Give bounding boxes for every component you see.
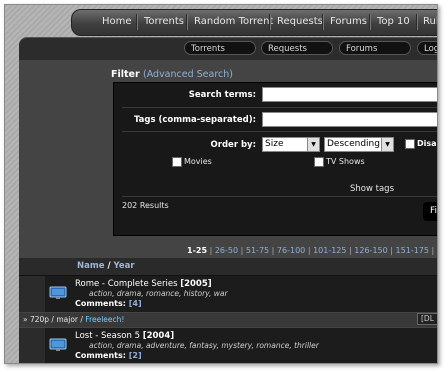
download-button[interactable]: [DL bbox=[417, 313, 437, 325]
table-row: Rome - Complete Series [2005] action, dr… bbox=[19, 276, 437, 313]
disable-label: Disable bbox=[417, 139, 437, 148]
order-field-value: Size bbox=[265, 139, 284, 149]
order-by-label: Order by: bbox=[210, 140, 256, 150]
filter-divider bbox=[122, 196, 437, 198]
torrent-title-link[interactable]: Lost - Season 5 [2004] bbox=[75, 331, 174, 341]
main-nav: Home Torrents Random Torrent Requests Fo… bbox=[71, 9, 437, 36]
search-terms-row: Search terms: bbox=[122, 83, 437, 107]
search-terms-label: Search terms: bbox=[188, 90, 256, 100]
nav-divider bbox=[322, 14, 323, 30]
nav-requests[interactable]: Requests bbox=[277, 16, 323, 27]
column-header-name-year[interactable]: Name / Year bbox=[77, 261, 135, 271]
nav-home[interactable]: Home bbox=[102, 16, 132, 27]
disable-checkbox[interactable] bbox=[405, 139, 415, 149]
subnav-forums[interactable]: Forums bbox=[339, 41, 411, 55]
torrent-table-header: Name / Year bbox=[19, 258, 437, 276]
nav-top10[interactable]: Top 10 bbox=[377, 16, 410, 27]
order-direction-value: Descending bbox=[327, 139, 380, 149]
nav-torrents[interactable]: Torrents bbox=[144, 16, 184, 27]
results-count: 202 Results bbox=[122, 201, 169, 210]
page-link[interactable]: 26-50 bbox=[215, 246, 238, 255]
movies-label: Movies bbox=[184, 157, 212, 166]
comments-info: Comments: [4] bbox=[75, 299, 142, 308]
page-current: 1-25 bbox=[187, 246, 208, 255]
table-row: Lost - Season 5 [2004] action, drama, ad… bbox=[19, 328, 437, 363]
order-field-select[interactable]: Size ▼ bbox=[262, 137, 320, 152]
nav-divider bbox=[136, 14, 137, 30]
tv-shows-label: TV Shows bbox=[326, 157, 365, 166]
filter-panel: Search terms: Tags (comma-separated): Or… bbox=[113, 82, 437, 236]
order-direction-select[interactable]: Descending ▼ bbox=[324, 137, 394, 152]
torrent-edition-row: » 720p / major / Freeleech! [DL bbox=[19, 313, 437, 327]
search-terms-input[interactable] bbox=[262, 87, 437, 102]
torrent-title-link[interactable]: Rome - Complete Series [2005] bbox=[75, 279, 212, 289]
comments-info: Comments: [2] bbox=[75, 351, 142, 360]
nav-divider bbox=[369, 14, 370, 30]
sub-nav: Torrents Requests Forums Log bbox=[19, 37, 437, 60]
row-gutter bbox=[19, 276, 45, 312]
subnav-torrents[interactable]: Torrents bbox=[184, 41, 256, 55]
page-link[interactable]: 51-75 bbox=[246, 246, 269, 255]
page-link[interactable]: 76-100 bbox=[277, 246, 305, 255]
nav-divider bbox=[416, 14, 417, 30]
page-link[interactable]: 176 bbox=[437, 246, 438, 255]
page-link[interactable]: 151-175 bbox=[396, 246, 429, 255]
pagination: 1-25 | 26-50 | 51-75 | 76-100 | 101-125 … bbox=[187, 246, 438, 255]
torrent-tags[interactable]: action, drama, adventure, fantasy, myste… bbox=[89, 341, 319, 350]
comments-count-link[interactable]: [2] bbox=[129, 351, 142, 360]
subnav-requests[interactable]: Requests bbox=[261, 41, 333, 55]
browser-frame: Home Torrents Random Torrent Requests Fo… bbox=[4, 4, 438, 364]
advanced-search-link[interactable]: Advanced Search bbox=[147, 69, 230, 80]
row-gutter bbox=[19, 328, 45, 363]
order-row: Order by: Size ▼ Descending ▼ Disable bbox=[122, 131, 437, 156]
torrent-tags[interactable]: action, drama, romance, history, war bbox=[89, 289, 228, 298]
tv-category-icon[interactable] bbox=[49, 338, 67, 352]
tags-row: Tags (comma-separated): bbox=[122, 107, 437, 132]
chevron-down-icon: ▼ bbox=[381, 138, 393, 151]
tv-shows-checkbox[interactable] bbox=[314, 157, 324, 167]
edition-info[interactable]: » 720p / major / Freeleech! bbox=[23, 315, 124, 324]
chevron-down-icon: ▼ bbox=[307, 138, 319, 151]
movies-checkbox[interactable] bbox=[172, 157, 182, 167]
comments-count-link[interactable]: [4] bbox=[129, 299, 142, 308]
subnav-log[interactable]: Log bbox=[417, 41, 437, 55]
nav-divider bbox=[186, 14, 187, 30]
page-link[interactable]: 101-125 bbox=[313, 246, 346, 255]
page-link[interactable]: 126-150 bbox=[354, 246, 387, 255]
nav-rules[interactable]: Rules bbox=[423, 16, 437, 27]
tv-category-icon[interactable] bbox=[49, 286, 67, 300]
filter-heading: Filter (Advanced Search) bbox=[111, 69, 234, 80]
nav-divider bbox=[269, 14, 270, 30]
tags-label: Tags (comma-separated): bbox=[133, 115, 256, 125]
nav-forums[interactable]: Forums bbox=[330, 16, 367, 27]
show-tags-link[interactable]: Show tags bbox=[350, 184, 394, 194]
freeleech-badge: Freeleech! bbox=[85, 315, 125, 324]
tags-input[interactable] bbox=[262, 112, 437, 127]
nav-random-torrent[interactable]: Random Torrent bbox=[194, 16, 273, 27]
filter-button[interactable]: Fi bbox=[423, 202, 437, 221]
